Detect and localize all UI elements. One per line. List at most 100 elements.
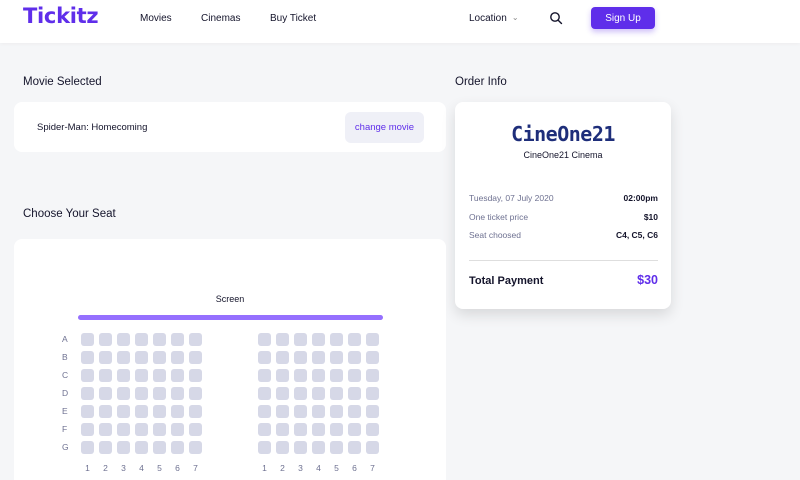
change-movie-button[interactable]: change movie — [345, 112, 424, 143]
seat-c5-left[interactable] — [153, 369, 166, 382]
seat-f7-right[interactable] — [366, 423, 379, 436]
seat-f1-left[interactable] — [81, 423, 94, 436]
seat-b4-left[interactable] — [135, 351, 148, 364]
seat-g1-right[interactable] — [258, 441, 271, 454]
seat-g2-left[interactable] — [99, 441, 112, 454]
location-dropdown[interactable]: Location ⌄ — [469, 13, 519, 24]
seat-g7-left[interactable] — [189, 441, 202, 454]
seat-b1-left[interactable] — [81, 351, 94, 364]
seat-e7-right[interactable] — [366, 405, 379, 418]
seat-b2-right[interactable] — [276, 351, 289, 364]
seat-g5-right[interactable] — [330, 441, 343, 454]
seat-d6-left[interactable] — [171, 387, 184, 400]
seat-a4-left[interactable] — [135, 333, 148, 346]
seat-f2-right[interactable] — [276, 423, 289, 436]
seat-f1-right[interactable] — [258, 423, 271, 436]
tickitz-logo[interactable]: Tickitz — [23, 4, 99, 28]
seat-a1-left[interactable] — [81, 333, 94, 346]
seat-d4-right[interactable] — [312, 387, 325, 400]
seat-e2-right[interactable] — [276, 405, 289, 418]
seat-a3-left[interactable] — [117, 333, 130, 346]
seat-f7-left[interactable] — [189, 423, 202, 436]
seat-d1-left[interactable] — [81, 387, 94, 400]
seat-c6-right[interactable] — [348, 369, 361, 382]
seat-d2-left[interactable] — [99, 387, 112, 400]
seat-a2-left[interactable] — [99, 333, 112, 346]
seat-c6-left[interactable] — [171, 369, 184, 382]
seat-a1-right[interactable] — [258, 333, 271, 346]
seat-c1-right[interactable] — [258, 369, 271, 382]
seat-d5-right[interactable] — [330, 387, 343, 400]
seat-g7-right[interactable] — [366, 441, 379, 454]
seat-g2-right[interactable] — [276, 441, 289, 454]
seat-a5-right[interactable] — [330, 333, 343, 346]
seat-c3-right[interactable] — [294, 369, 307, 382]
search-icon[interactable] — [549, 11, 563, 25]
seat-a3-right[interactable] — [294, 333, 307, 346]
seat-a4-right[interactable] — [312, 333, 325, 346]
nav-movies[interactable]: Movies — [140, 13, 172, 24]
seat-e6-left[interactable] — [171, 405, 184, 418]
seat-e6-right[interactable] — [348, 405, 361, 418]
seat-f4-left[interactable] — [135, 423, 148, 436]
seat-g4-right[interactable] — [312, 441, 325, 454]
seat-e1-right[interactable] — [258, 405, 271, 418]
seat-c3-left[interactable] — [117, 369, 130, 382]
seat-a2-right[interactable] — [276, 333, 289, 346]
seat-g3-left[interactable] — [117, 441, 130, 454]
seat-b7-right[interactable] — [366, 351, 379, 364]
seat-f5-left[interactable] — [153, 423, 166, 436]
seat-a7-right[interactable] — [366, 333, 379, 346]
seat-b5-right[interactable] — [330, 351, 343, 364]
seat-d1-right[interactable] — [258, 387, 271, 400]
seat-e3-right[interactable] — [294, 405, 307, 418]
seat-d5-left[interactable] — [153, 387, 166, 400]
seat-b6-left[interactable] — [171, 351, 184, 364]
seat-a7-left[interactable] — [189, 333, 202, 346]
seat-a6-right[interactable] — [348, 333, 361, 346]
seat-a5-left[interactable] — [153, 333, 166, 346]
seat-b3-right[interactable] — [294, 351, 307, 364]
seat-b4-right[interactable] — [312, 351, 325, 364]
seat-f6-right[interactable] — [348, 423, 361, 436]
seat-g6-right[interactable] — [348, 441, 361, 454]
seat-a6-left[interactable] — [171, 333, 184, 346]
seat-d3-left[interactable] — [117, 387, 130, 400]
seat-e5-left[interactable] — [153, 405, 166, 418]
seat-c7-left[interactable] — [189, 369, 202, 382]
seat-c7-right[interactable] — [366, 369, 379, 382]
seat-f2-left[interactable] — [99, 423, 112, 436]
seat-e4-right[interactable] — [312, 405, 325, 418]
seat-d3-right[interactable] — [294, 387, 307, 400]
seat-d4-left[interactable] — [135, 387, 148, 400]
seat-e5-right[interactable] — [330, 405, 343, 418]
seat-c2-left[interactable] — [99, 369, 112, 382]
nav-cinemas[interactable]: Cinemas — [201, 13, 240, 24]
seat-d7-right[interactable] — [366, 387, 379, 400]
seat-d7-left[interactable] — [189, 387, 202, 400]
seat-c5-right[interactable] — [330, 369, 343, 382]
seat-f6-left[interactable] — [171, 423, 184, 436]
nav-buy-ticket[interactable]: Buy Ticket — [270, 13, 316, 24]
seat-b6-right[interactable] — [348, 351, 361, 364]
seat-c4-right[interactable] — [312, 369, 325, 382]
seat-e7-left[interactable] — [189, 405, 202, 418]
seat-g6-left[interactable] — [171, 441, 184, 454]
seat-g4-left[interactable] — [135, 441, 148, 454]
seat-g5-left[interactable] — [153, 441, 166, 454]
seat-b2-left[interactable] — [99, 351, 112, 364]
seat-b1-right[interactable] — [258, 351, 271, 364]
seat-c4-left[interactable] — [135, 369, 148, 382]
seat-g3-right[interactable] — [294, 441, 307, 454]
seat-e2-left[interactable] — [99, 405, 112, 418]
seat-d6-right[interactable] — [348, 387, 361, 400]
seat-b3-left[interactable] — [117, 351, 130, 364]
sign-up-button[interactable]: Sign Up — [591, 7, 655, 29]
seat-e4-left[interactable] — [135, 405, 148, 418]
seat-e1-left[interactable] — [81, 405, 94, 418]
seat-c2-right[interactable] — [276, 369, 289, 382]
seat-d2-right[interactable] — [276, 387, 289, 400]
seat-f4-right[interactable] — [312, 423, 325, 436]
seat-f3-right[interactable] — [294, 423, 307, 436]
seat-f5-right[interactable] — [330, 423, 343, 436]
